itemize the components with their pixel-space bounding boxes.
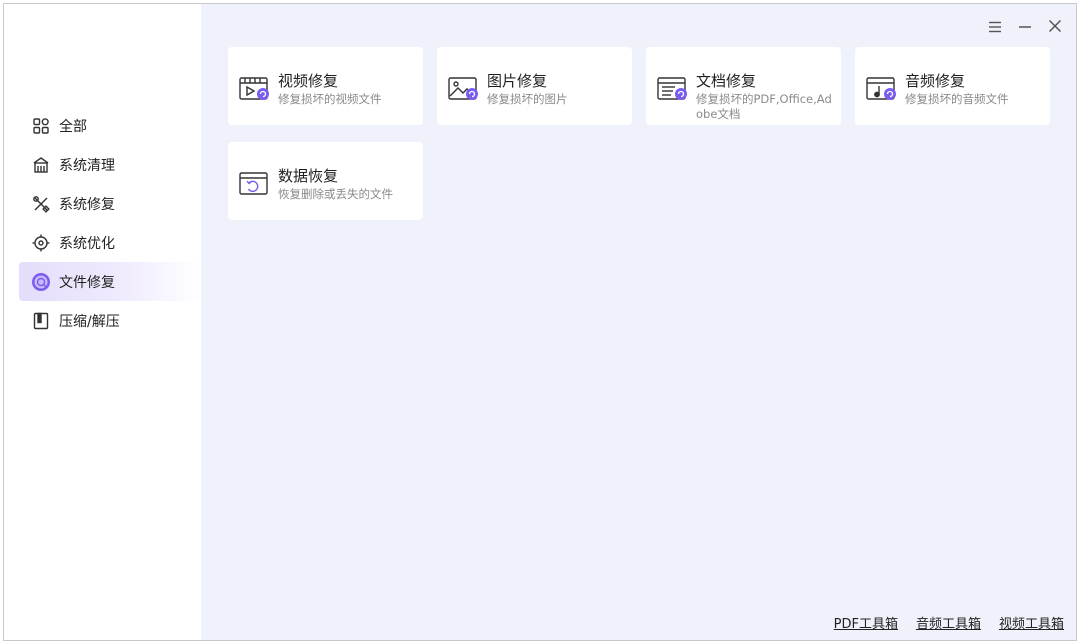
menu-button[interactable] [982, 16, 1008, 38]
card-title: 数据恢复 [278, 167, 339, 185]
app-window: 全部 系统清理 系统修复 系统优化 文件修复 压缩/解压 视频修复 修复损坏的视… [3, 3, 1077, 641]
sidebar-item-compress[interactable]: 压缩/解压 [19, 301, 201, 340]
video-repair-icon [239, 75, 271, 103]
video-toolbox-link[interactable]: 视频工具箱 [999, 613, 1064, 632]
minimize-icon [1018, 18, 1032, 37]
sidebar-item-label: 系统修复 [59, 196, 115, 213]
archive-icon [31, 311, 51, 331]
sidebar-nav: 全部 系统清理 系统修复 系统优化 文件修复 压缩/解压 [19, 106, 201, 340]
menu-icon [988, 18, 1002, 37]
sidebar-item-all[interactable]: 全部 [19, 106, 201, 145]
card-title: 文档修复 [696, 72, 757, 90]
sidebar-item-label: 系统优化 [59, 235, 115, 252]
card-description: 修复损坏的视频文件 [278, 92, 382, 106]
minimize-button[interactable] [1012, 16, 1038, 38]
grid-icon [31, 116, 51, 136]
file-repair-icon [31, 272, 51, 292]
document-repair-icon [657, 75, 689, 103]
card-document-repair[interactable]: 文档修复 修复损坏的PDF,Office,Adobe文档 [646, 47, 841, 125]
card-title: 图片修复 [487, 72, 548, 90]
broom-icon [31, 155, 51, 175]
audio-repair-icon [866, 75, 898, 103]
target-icon [31, 233, 51, 253]
sidebar-item-system-optimize[interactable]: 系统优化 [19, 223, 201, 262]
card-audio-repair[interactable]: 音频修复 修复损坏的音频文件 [855, 47, 1050, 125]
card-title: 视频修复 [278, 72, 339, 90]
data-recovery-icon [239, 170, 271, 198]
audio-toolbox-link[interactable]: 音频工具箱 [916, 613, 981, 632]
sidebar-item-label: 压缩/解压 [59, 313, 120, 330]
main-panel: 视频修复 修复损坏的视频文件 图片修复 修复损坏的图片 文档修复 修复损坏的PD… [201, 4, 1076, 640]
sidebar: 全部 系统清理 系统修复 系统优化 文件修复 压缩/解压 [4, 4, 201, 640]
card-description: 修复损坏的图片 [487, 92, 568, 106]
image-repair-icon [448, 75, 480, 103]
card-title: 音频修复 [905, 72, 966, 90]
close-button[interactable] [1042, 16, 1068, 38]
card-image-repair[interactable]: 图片修复 修复损坏的图片 [437, 47, 632, 125]
card-description: 修复损坏的音频文件 [905, 92, 1009, 106]
sidebar-item-label: 全部 [59, 118, 87, 135]
close-icon [1048, 18, 1062, 37]
card-video-repair[interactable]: 视频修复 修复损坏的视频文件 [228, 47, 423, 125]
wrench-icon [31, 194, 51, 214]
sidebar-item-system-repair[interactable]: 系统修复 [19, 184, 201, 223]
sidebar-item-label: 系统清理 [59, 157, 115, 174]
window-controls [982, 16, 1068, 38]
sidebar-item-label: 文件修复 [59, 274, 115, 291]
pdf-toolbox-link[interactable]: PDF工具箱 [834, 613, 898, 632]
card-data-recovery[interactable]: 数据恢复 恢复删除或丢失的文件 [228, 142, 423, 220]
card-description: 恢复删除或丢失的文件 [278, 187, 393, 201]
footer-links: PDF工具箱 音频工具箱 视频工具箱 [834, 613, 1064, 632]
sidebar-item-file-repair[interactable]: 文件修复 [19, 262, 201, 301]
sidebar-item-system-clean[interactable]: 系统清理 [19, 145, 201, 184]
card-description: 修复损坏的PDF,Office,Adobe文档 [696, 92, 832, 121]
